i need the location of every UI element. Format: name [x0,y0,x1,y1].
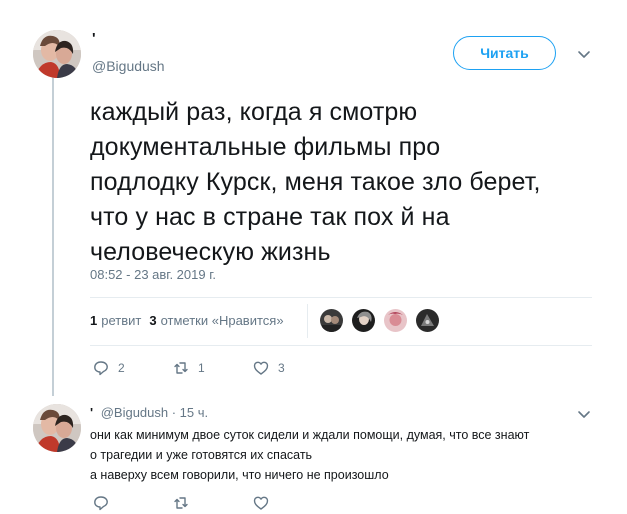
liker-avatar[interactable] [383,308,408,333]
divider [90,345,592,346]
thread-connector-line [52,76,54,396]
reply-display-name[interactable]: ' [90,405,93,420]
liker-avatar[interactable] [415,308,440,333]
reply-text: они как минимум двое суток сидели и ждал… [90,428,530,482]
tweet-timestamp[interactable]: 08:52 - 23 авг. 2019 г. [90,267,216,282]
reply-menu-button[interactable] [576,406,592,422]
retweet-action[interactable]: 1 [173,360,253,376]
tweet-menu-button[interactable] [576,46,592,62]
author-handle[interactable]: @Bigudush [92,58,165,74]
reply-actions [93,495,333,511]
tweet-stats: 1 ретвит 3 отметки «Нравится» [90,313,292,328]
follow-button[interactable]: Читать [453,36,556,70]
retweet-action[interactable] [173,495,253,511]
like-action[interactable] [253,495,333,511]
liker-avatar[interactable] [351,308,376,333]
retweet-icon [174,362,188,374]
avatar-photo [33,404,81,452]
likes-stat[interactable]: 3 отметки «Нравится» [149,313,283,328]
tweet-text: каждый раз, когда я смотрю документальны… [90,98,541,266]
tweet-actions: 2 1 3 [93,360,333,376]
reply-count: 2 [118,361,125,375]
avatar[interactable] [33,404,81,452]
chevron-down-icon [578,51,590,58]
reply-action[interactable] [93,495,173,511]
heart-icon [253,496,269,510]
like-count: 3 [278,361,285,375]
like-action[interactable]: 3 [253,360,333,376]
retweet-stat-label: ретвит [101,313,142,328]
reply-handle-time[interactable]: @Bigudush · 15 ч. [101,405,208,420]
divider [90,297,592,298]
reply-header: ' @Bigudush · 15 ч. [90,405,208,420]
reply-icon [94,361,108,376]
retweet-icon [174,497,188,509]
reply-action[interactable]: 2 [93,360,173,376]
reply-icon [94,496,108,511]
retweet-stat[interactable]: 1 ретвит [90,313,141,328]
heart-icon [253,361,269,375]
liker-avatar[interactable] [319,308,344,333]
stats-separator [307,304,308,338]
avatar-photo [33,30,81,78]
retweet-count: 1 [198,361,205,375]
likers-avatars [319,308,447,333]
author-display-name[interactable]: ' [92,30,96,47]
retweet-count: 1 [90,313,98,328]
chevron-down-icon [578,411,590,418]
likes-count: 3 [149,313,157,328]
likes-stat-label: отметки «Нравится» [160,313,284,328]
avatar[interactable] [33,30,81,78]
